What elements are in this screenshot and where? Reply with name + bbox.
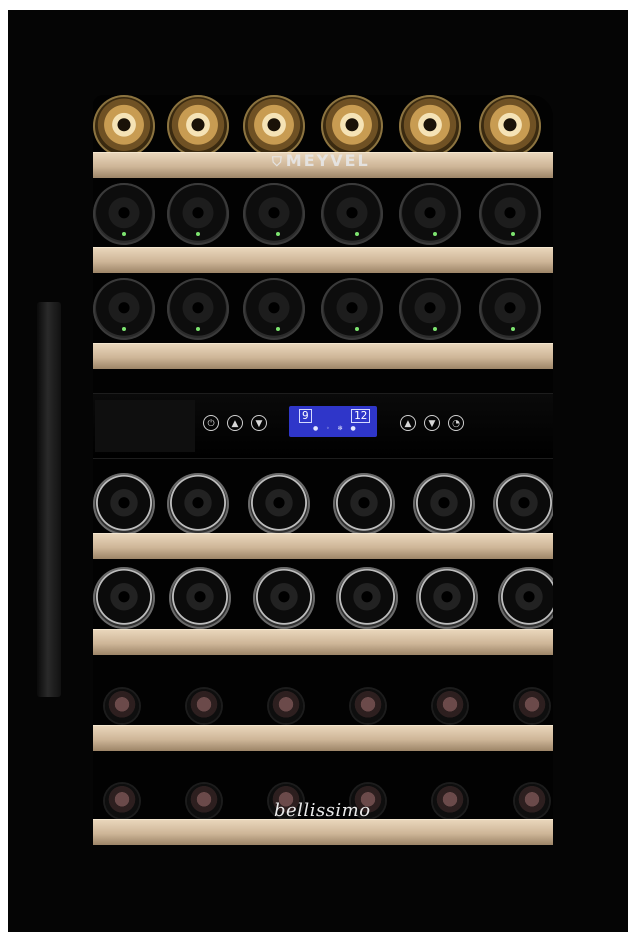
led-dot [122, 327, 126, 331]
wine-bottle [493, 473, 553, 535]
bottle-neck [105, 689, 139, 723]
wine-bottle [479, 95, 541, 157]
led-dot [511, 327, 515, 331]
glass-door: ⏻ ▲ ▼ 9 12 ● ◦ ✻ ● ▲ ▼ ◔ [93, 95, 553, 845]
led-dot [196, 327, 200, 331]
bottle-neck [105, 784, 139, 818]
bottle-neck [351, 689, 385, 723]
wine-bottle [413, 473, 475, 535]
wine-bottle [479, 183, 541, 245]
wooden-shelf [93, 533, 553, 559]
wine-bottle [243, 95, 305, 157]
led-dot [196, 232, 200, 236]
bottle-neck [433, 689, 467, 723]
wine-bottle [243, 183, 305, 245]
bottle-neck [187, 784, 221, 818]
down-arrow-icon[interactable]: ▼ [424, 415, 440, 431]
led-dot [433, 232, 437, 236]
up-arrow-icon[interactable]: ▲ [400, 415, 416, 431]
wine-bottle [336, 567, 398, 629]
wine-bottle [167, 95, 229, 157]
wine-bottle [416, 567, 478, 629]
wine-bottle [93, 95, 155, 157]
led-dot [355, 232, 359, 236]
wine-bottle [167, 473, 229, 535]
wine-bottle [399, 278, 461, 340]
model-script-text: bellissimo [274, 800, 371, 821]
led-dot [122, 232, 126, 236]
wine-bottle [399, 183, 461, 245]
wine-bottle [321, 183, 383, 245]
wine-bottle [93, 473, 155, 535]
wooden-shelf [93, 247, 553, 273]
brand-logo: ⛉ MEYVEL [272, 151, 370, 170]
light-icon[interactable]: ◔ [448, 415, 464, 431]
left-zone-temp: 9 [299, 409, 312, 423]
bottle-neck [515, 784, 549, 818]
led-dot [276, 232, 280, 236]
display-status-icons: ● ◦ ✻ ● [313, 425, 359, 432]
right-zone-temp: 12 [351, 409, 371, 423]
wine-bottle [498, 567, 553, 629]
wine-bottle [93, 567, 155, 629]
wine-bottle [399, 95, 461, 157]
shield-logo-icon: ⛉ [272, 155, 284, 170]
up-arrow-icon[interactable]: ▲ [227, 415, 243, 431]
bottle-neck [433, 784, 467, 818]
wooden-shelf [93, 343, 553, 369]
led-dot [433, 327, 437, 331]
bottle-neck [187, 689, 221, 723]
bottle-neck [269, 689, 303, 723]
power-icon[interactable]: ⏻ [203, 415, 219, 431]
wine-bottle [321, 278, 383, 340]
led-dot [276, 327, 280, 331]
brand-logo-text: MEYVEL [285, 151, 370, 170]
wine-bottle [479, 278, 541, 340]
wooden-shelf [93, 819, 553, 845]
wine-bottle [321, 95, 383, 157]
wine-bottle [248, 473, 310, 535]
wooden-shelf [93, 629, 553, 655]
wine-bottle [333, 473, 395, 535]
door-handle[interactable] [37, 302, 61, 697]
down-arrow-icon[interactable]: ▼ [251, 415, 267, 431]
wine-bottle [243, 278, 305, 340]
temperature-display: 9 12 ● ◦ ✻ ● [289, 406, 377, 437]
wine-bottle [169, 567, 231, 629]
control-panel: ⏻ ▲ ▼ 9 12 ● ◦ ✻ ● ▲ ▼ ◔ [93, 393, 553, 459]
wooden-shelf [93, 725, 553, 751]
wine-bottle [253, 567, 315, 629]
panel-inset [95, 400, 195, 452]
bottle-neck [515, 689, 549, 723]
led-dot [355, 327, 359, 331]
led-dot [511, 232, 515, 236]
